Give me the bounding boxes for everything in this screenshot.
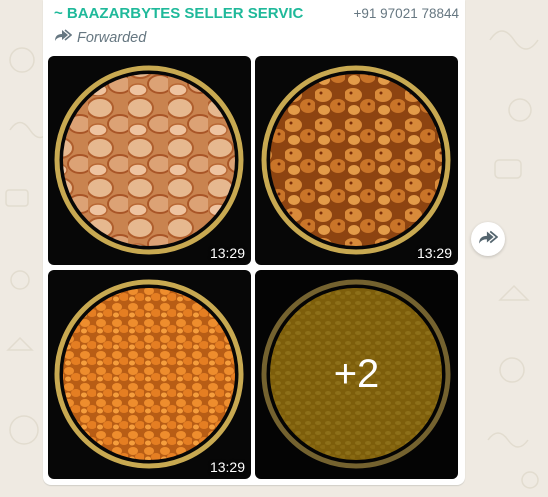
forward-button[interactable] bbox=[471, 222, 505, 256]
forward-icon bbox=[478, 229, 499, 250]
image-papad-chips[interactable]: 13:29 bbox=[48, 56, 251, 265]
image-chana-dal[interactable]: 13:29 bbox=[48, 270, 251, 479]
image-moong-dal-more[interactable]: +2 bbox=[255, 270, 458, 479]
timestamp: 13:29 bbox=[416, 245, 452, 261]
sender-name[interactable]: ~ BAAZARBYTES SELLER SERVIC bbox=[54, 5, 303, 22]
forwarded-label: Forwarded bbox=[77, 29, 147, 46]
more-images-count: +2 bbox=[333, 352, 380, 396]
forwarded-icon bbox=[54, 28, 73, 47]
image-masala-peanuts[interactable]: 13:29 bbox=[255, 56, 458, 265]
message-bubble: ~ BAAZARBYTES SELLER SERVIC +91 97021 78… bbox=[43, 0, 465, 485]
timestamp: 13:29 bbox=[209, 245, 245, 261]
forwarded-indicator: Forwarded bbox=[54, 28, 146, 47]
timestamp: 13:29 bbox=[209, 459, 245, 475]
sender-phone: +91 97021 78844 bbox=[353, 6, 459, 21]
more-images-overlay[interactable]: +2 bbox=[255, 270, 458, 479]
